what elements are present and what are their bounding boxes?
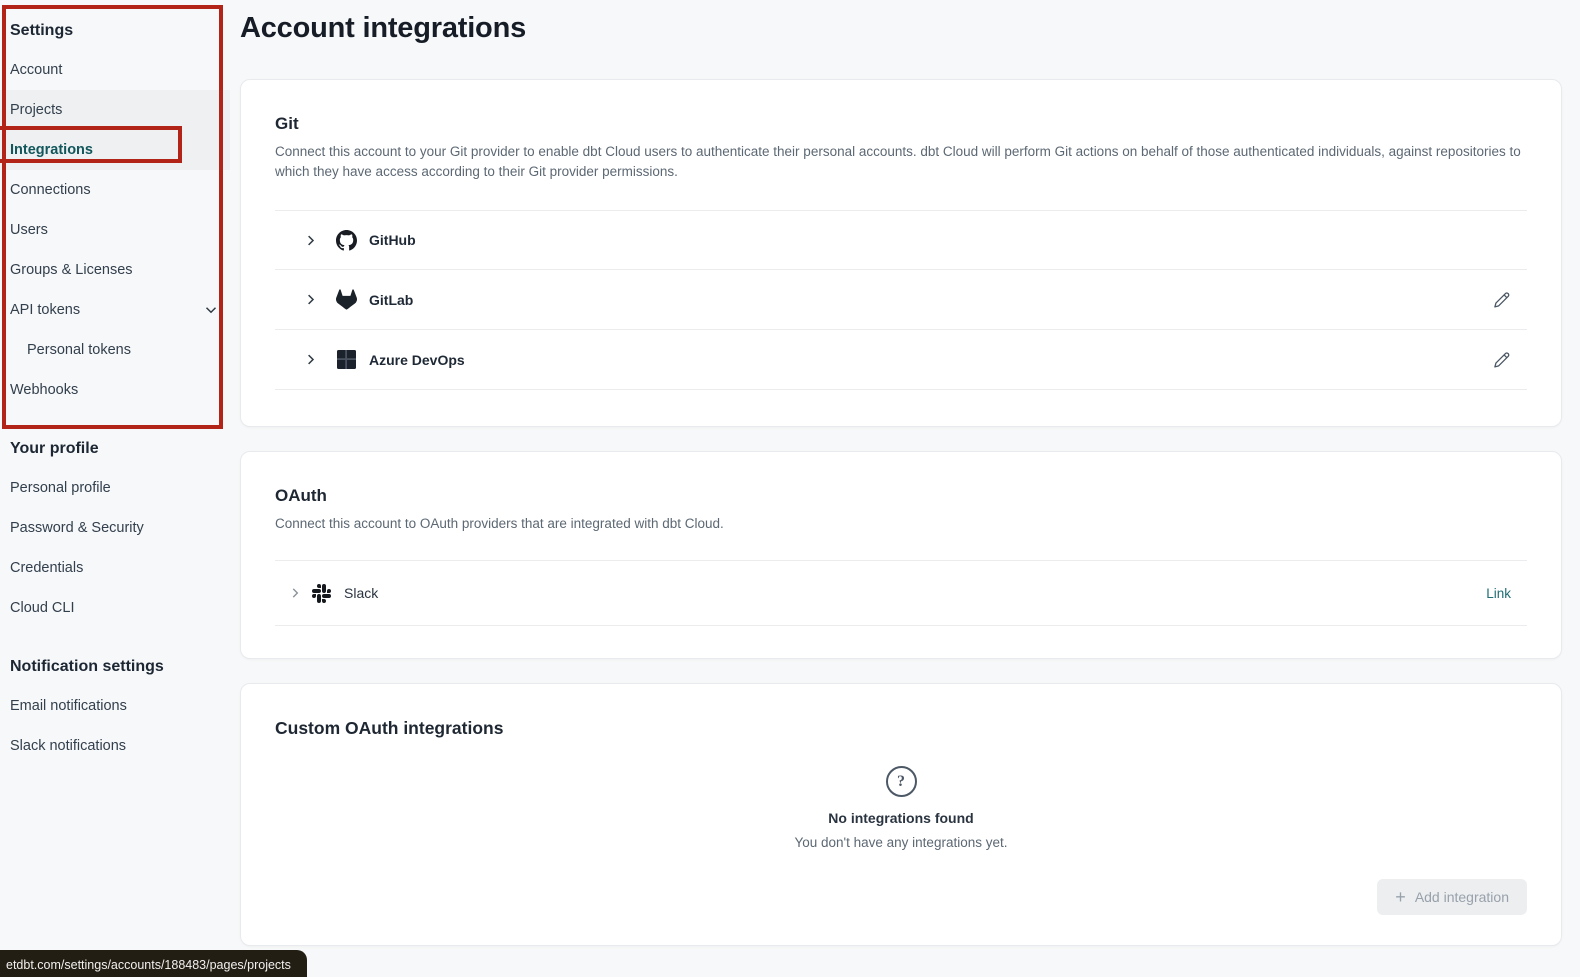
chevron-right-icon[interactable] (303, 233, 318, 248)
oauth-row-label: Slack (344, 585, 378, 601)
azure-devops-icon (335, 349, 357, 371)
status-url-tooltip: etdbt.com/settings/accounts/188483/pages… (0, 950, 307, 977)
custom-oauth-card: Custom OAuth integrations ? No integrati… (240, 683, 1562, 946)
sidebar-item-account[interactable]: Account (0, 50, 230, 90)
sidebar-item-cloud-cli[interactable]: Cloud CLI (0, 588, 230, 628)
git-card: Git Connect this account to your Git pro… (240, 79, 1562, 427)
page-title: Account integrations (240, 12, 1562, 45)
settings-sidebar: Settings Account Projects Integrations C… (0, 0, 230, 977)
sidebar-item-personal-profile[interactable]: Personal profile (0, 468, 230, 508)
plus-icon: + (1395, 888, 1406, 906)
sidebar-item-email-notifications[interactable]: Email notifications (0, 686, 230, 726)
git-section-title: Git (275, 114, 1527, 134)
main-content: Account integrations Git Connect this ac… (230, 0, 1580, 977)
empty-state-title: No integrations found (275, 810, 1527, 826)
edit-pencil-icon[interactable] (1493, 351, 1511, 369)
oauth-row-slack[interactable]: Slack Link (275, 560, 1527, 626)
sidebar-item-slack-notifications[interactable]: Slack notifications (0, 726, 230, 766)
git-row-label: Azure DevOps (369, 352, 465, 368)
sidebar-item-webhooks[interactable]: Webhooks (0, 370, 230, 410)
custom-oauth-section-title: Custom OAuth integrations (275, 718, 1527, 739)
sidebar-item-credentials[interactable]: Credentials (0, 548, 230, 588)
git-section-description: Connect this account to your Git provide… (275, 142, 1527, 182)
add-integration-button[interactable]: + Add integration (1377, 879, 1527, 915)
git-row-github[interactable]: GitHub (275, 210, 1527, 270)
oauth-card: OAuth Connect this account to OAuth prov… (240, 451, 1562, 659)
sidebar-item-password-security[interactable]: Password & Security (0, 508, 230, 548)
question-circle-icon: ? (886, 766, 917, 797)
sidebar-item-integrations[interactable]: Integrations (0, 130, 230, 170)
chevron-right-icon[interactable] (303, 352, 318, 367)
gitlab-icon (335, 289, 357, 311)
git-row-gitlab[interactable]: GitLab (275, 270, 1527, 330)
sidebar-heading-settings: Settings (0, 14, 230, 50)
chevron-right-icon[interactable] (288, 586, 302, 600)
github-icon (335, 229, 357, 251)
sidebar-heading-your-profile: Your profile (0, 432, 230, 468)
empty-state: ? No integrations found You don't have a… (275, 766, 1527, 850)
git-row-label: GitHub (369, 232, 416, 248)
empty-state-subtitle: You don't have any integrations yet. (275, 835, 1527, 850)
sidebar-item-users[interactable]: Users (0, 210, 230, 250)
oauth-section-title: OAuth (275, 486, 1527, 506)
sidebar-heading-notification-settings: Notification settings (0, 650, 230, 686)
oauth-section-description: Connect this account to OAuth providers … (275, 514, 1527, 534)
sidebar-item-projects[interactable]: Projects (0, 90, 230, 130)
git-row-azure-devops[interactable]: Azure DevOps (275, 330, 1527, 390)
git-row-label: GitLab (369, 292, 413, 308)
sidebar-item-api-tokens[interactable]: API tokens (0, 290, 230, 330)
sidebar-item-groups-licenses[interactable]: Groups & Licenses (0, 250, 230, 290)
edit-pencil-icon[interactable] (1493, 291, 1511, 309)
slack-icon (310, 582, 332, 604)
chevron-down-icon (202, 301, 220, 319)
chevron-right-icon[interactable] (303, 292, 318, 307)
slack-link-button[interactable]: Link (1486, 586, 1511, 601)
sidebar-item-connections[interactable]: Connections (0, 170, 230, 210)
sidebar-item-personal-tokens[interactable]: Personal tokens (0, 330, 230, 370)
